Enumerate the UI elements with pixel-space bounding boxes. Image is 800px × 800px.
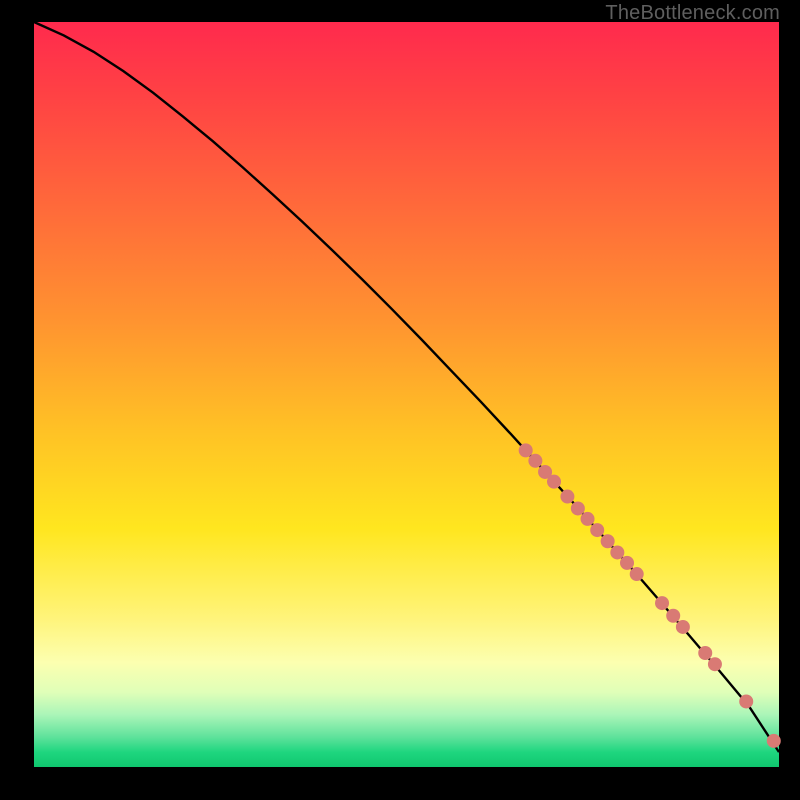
chart-svg xyxy=(34,22,779,767)
data-point xyxy=(655,596,669,610)
data-point xyxy=(666,609,680,623)
data-point xyxy=(708,657,722,671)
data-point xyxy=(581,512,595,526)
data-point xyxy=(560,490,574,504)
data-point xyxy=(676,620,690,634)
plot-area xyxy=(34,22,779,767)
chart-stage: TheBottleneck.com xyxy=(0,0,800,800)
data-point xyxy=(601,534,615,548)
data-point xyxy=(590,523,604,537)
data-point xyxy=(547,475,561,489)
data-point xyxy=(620,556,634,570)
data-point xyxy=(630,567,644,581)
data-point xyxy=(610,545,624,559)
data-point xyxy=(698,646,712,660)
data-points xyxy=(519,443,781,748)
data-point xyxy=(739,694,753,708)
data-point xyxy=(767,734,781,748)
curve-line xyxy=(34,22,779,752)
data-point xyxy=(519,443,533,457)
data-point xyxy=(571,501,585,515)
data-point xyxy=(528,454,542,468)
